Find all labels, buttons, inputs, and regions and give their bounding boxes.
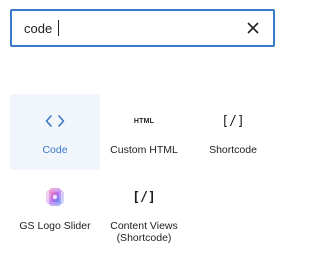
block-item-shortcode[interactable]: [/] Shortcode: [188, 94, 278, 170]
block-item-gs-logo-slider[interactable]: GS Logo Slider: [10, 170, 100, 246]
block-search-input[interactable]: [24, 11, 224, 45]
text-caret: [58, 20, 59, 36]
shortcode-icon-text: [/]: [221, 113, 245, 129]
block-item-custom-html[interactable]: HTML Custom HTML: [99, 94, 189, 170]
block-item-content-views-shortcode[interactable]: [/] Content Views (Shortcode): [99, 170, 189, 246]
block-item-code[interactable]: Code: [10, 94, 100, 170]
shortcode-icon: [/]: [188, 108, 278, 134]
clear-search-button[interactable]: [241, 16, 265, 40]
block-search-box[interactable]: [10, 9, 275, 47]
block-label: Custom HTML: [110, 144, 178, 156]
block-label: Shortcode: [209, 144, 257, 156]
content-views-icon-text: [/]: [132, 189, 156, 205]
gs-logo-slider-icon: [10, 184, 100, 210]
block-label: Content Views (Shortcode): [110, 220, 178, 244]
content-views-shortcode-icon: [/]: [99, 184, 189, 210]
html-icon-text: HTML: [133, 117, 155, 125]
html-icon: HTML: [99, 108, 189, 134]
close-icon: [247, 22, 259, 34]
block-label: Code: [42, 144, 68, 156]
code-icon: [10, 108, 100, 134]
block-label: GS Logo Slider: [19, 220, 91, 232]
